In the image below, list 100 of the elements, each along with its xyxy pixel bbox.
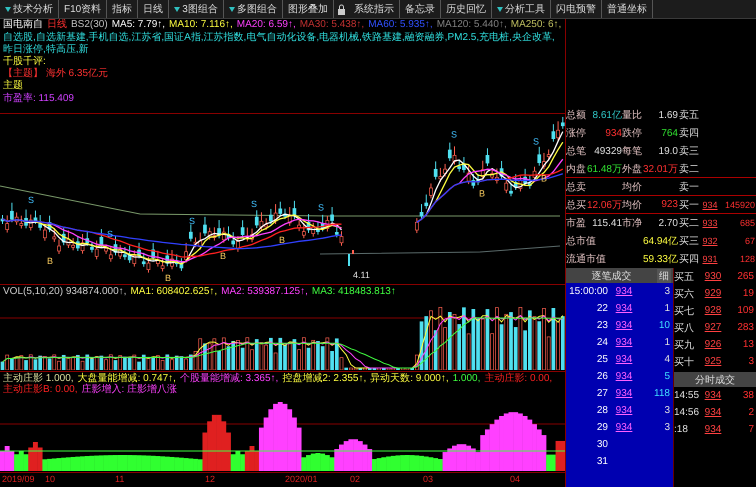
buy-signal-label: B	[479, 188, 485, 199]
trade-volume: 3	[663, 286, 671, 297]
trade-time: 29	[596, 422, 608, 433]
chart-title-field: 国电南自	[3, 19, 43, 31]
trade-volume: 4	[663, 354, 671, 365]
indicator-value: 异动天数: 9.000↑,	[370, 373, 449, 384]
trade-price: 934	[614, 337, 634, 348]
indicator-value: MA3: 418483.813↑	[312, 286, 396, 297]
quote-label: 市盈	[566, 216, 586, 230]
trade-price: 934	[614, 303, 634, 314]
order-price: 934	[701, 200, 719, 210]
theme-label: 主题	[3, 80, 23, 92]
order-level-label: 买二	[678, 217, 699, 230]
date-label: 2019/09	[2, 474, 35, 484]
quote-label: 内盘	[566, 162, 586, 176]
order-level-label: 买一	[678, 198, 699, 212]
quote-value: 19.0	[658, 146, 678, 156]
sell-signal-label: S	[318, 202, 324, 212]
chart-title-field: MA10: 7.116↑,	[169, 19, 233, 31]
date-label: 04	[510, 474, 520, 484]
main-business-text: 【主题】 海外 6.35亿元	[3, 68, 108, 80]
quote-label: 量比	[622, 108, 642, 122]
order-volume: 265	[736, 271, 755, 282]
indicator-value: 大盘量能增减: 0.747↑,	[78, 373, 176, 384]
quote-label: 总卖	[566, 180, 586, 194]
trade-volume: 5	[663, 371, 671, 382]
trade-price: 934	[614, 320, 634, 331]
chart-title-field: MA250: 6↑,	[510, 19, 562, 31]
indicator-value: 控盘增减2: 2.355↑,	[282, 373, 366, 384]
quote-value: 2.70	[658, 218, 678, 228]
order-price: 931	[701, 254, 719, 264]
buy-signal-label: B	[279, 234, 285, 245]
buy-signal-label: B	[47, 256, 53, 266]
chart-title-field: BS2(30)	[71, 19, 108, 31]
indicator-value: MA2: 539387.125↑,	[221, 286, 308, 297]
chart-title-field: 日线	[47, 19, 67, 31]
date-label: 12	[205, 474, 216, 484]
panel-title: 分时成交	[674, 372, 756, 387]
chart-title-field: MA30: 5.438↑,	[300, 19, 364, 31]
order-level-label: 买三	[678, 235, 699, 248]
trade-time: :18	[674, 424, 689, 435]
quote-label: 总额	[566, 108, 586, 122]
order-price: 933	[701, 218, 719, 228]
sell-signal-label: S	[533, 136, 539, 147]
order-volume: 3	[747, 356, 755, 367]
sell-signal-label: S	[251, 199, 257, 210]
quote-value: 49329	[593, 146, 622, 156]
trade-price: 934	[704, 390, 722, 401]
quote-value: 923	[660, 199, 678, 210]
trade-time: 14:55	[674, 390, 698, 401]
indicator-value: VOL(5,10,20) 934874.000↑,	[3, 286, 126, 297]
pe-ratio-text: 市盈率: 115.409	[3, 93, 74, 105]
order-price: 932	[701, 236, 719, 246]
order-price: 927	[704, 322, 722, 333]
buy-signal-label: B	[165, 273, 171, 283]
trade-time: 25	[596, 354, 608, 365]
order-level-label: 卖一	[678, 180, 699, 194]
order-level-label: 卖四	[678, 126, 699, 140]
quote-label: 跌停	[622, 126, 642, 140]
indicator-value: 主动庄影B: 0.00,	[3, 384, 78, 395]
lock-icon[interactable]	[336, 4, 346, 14]
quote-label: 涨停	[566, 126, 586, 140]
trade-price: 934	[614, 405, 634, 416]
quote-value: 934	[604, 128, 622, 138]
order-volume: 19	[742, 288, 755, 299]
trade-volume: 2	[747, 407, 755, 418]
quote-label: 外盘	[622, 162, 642, 176]
detail-button[interactable]: 细	[657, 268, 671, 282]
order-level-label: 卖二	[678, 162, 699, 176]
chart-title-field: MA60: 5.935↑,	[368, 19, 433, 31]
order-level-label: 买八	[674, 322, 695, 334]
quote-value: 1.69	[658, 110, 678, 120]
sector-list: 自选股,自选新基建,手机自选,江苏省,国证A指,江苏指数,电气自动化设备,电器机械,铁路基建,融资融券,PM2.5,充电桩,央企改革,昨日涨停,特高压,新	[3, 32, 562, 56]
trade-time: 30	[596, 439, 608, 450]
order-level-label: 买五	[674, 270, 695, 284]
trade-price: 934	[614, 388, 634, 399]
quote-label: 总笔	[566, 144, 586, 158]
trade-volume: 3	[663, 405, 671, 416]
buy-signal-label: B	[220, 251, 226, 262]
indicator-value: 主动庄影 1.000,	[3, 373, 74, 384]
order-level-label: 买九	[674, 338, 695, 352]
quote-value: 32.01万	[642, 162, 678, 176]
quote-value: 64.94亿	[642, 235, 678, 248]
trade-time: 14:56	[674, 407, 698, 418]
trade-time: 24	[596, 337, 608, 348]
quote-value: 61.48万	[586, 162, 622, 176]
date-label: 11	[115, 474, 124, 484]
trade-volume: 1	[663, 303, 671, 314]
sell-signal-label: S	[28, 194, 34, 205]
order-price: 928	[704, 305, 722, 316]
chart-title-field: MA5: 7.79↑,	[112, 19, 166, 31]
trade-time: 28	[596, 405, 608, 416]
trade-time: 26	[596, 371, 608, 382]
trade-price: 934	[614, 354, 634, 365]
quote-label: 总买	[566, 198, 586, 212]
indicator-value: 庄影增入: 庄影增八涨	[81, 384, 178, 395]
trade-price: 934	[704, 407, 722, 418]
quote-label: 市净	[622, 216, 642, 230]
order-price: 929	[704, 288, 722, 299]
order-volume: 13	[742, 339, 755, 350]
